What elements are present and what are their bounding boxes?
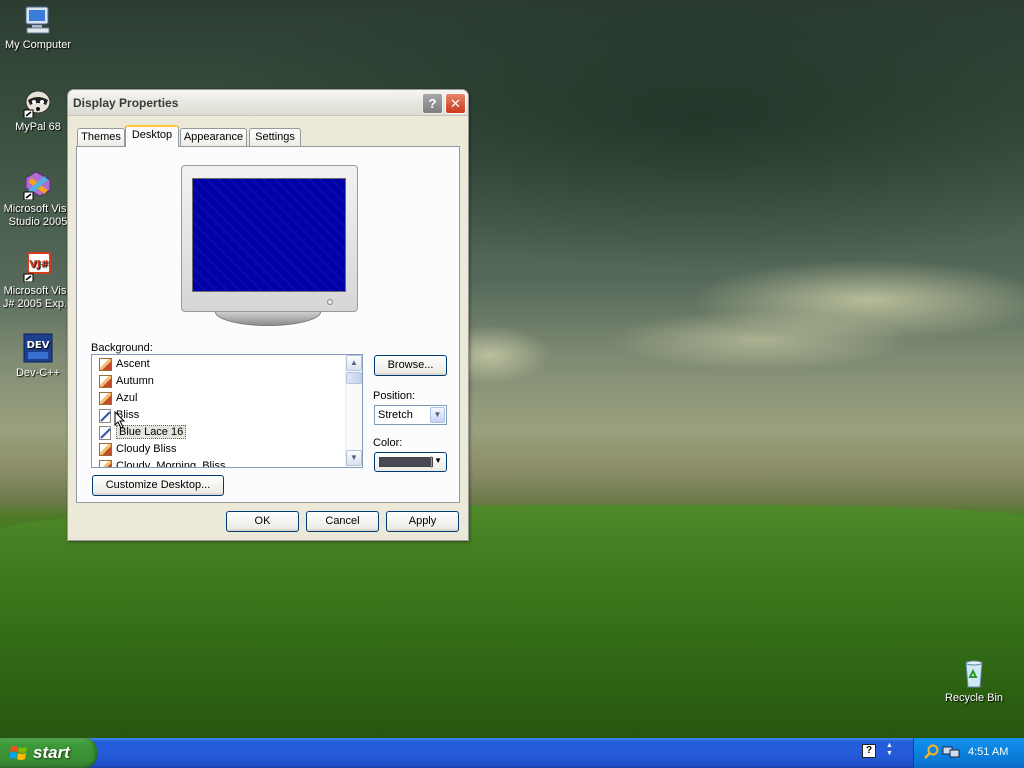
apply-button[interactable]: Apply [386,511,459,532]
position-select[interactable]: Stretch ▼ [374,405,447,425]
color-swatch [379,457,433,467]
desktop-icon-label-line2: J# 2005 Exp... [2,298,74,310]
monitor-power-led [327,299,333,305]
list-item-label: Blue Lace 16 [116,425,187,439]
desktop-icon-label: Dev-C++ [15,367,61,379]
monitor-preview [181,165,358,312]
display-properties-window[interactable]: Display Properties ? ✕ Themes Desktop Ap… [67,89,469,541]
customize-desktop-button[interactable]: Customize Desktop... [92,475,224,496]
computer-icon [22,4,54,36]
desktop-icon-label: My Computer [4,39,72,51]
desktop-icon-mypal[interactable]: MyPal 68 [0,86,76,134]
devcpp-badge-text: DEV [27,340,50,351]
chevron-down-icon: ▼ [430,407,445,423]
help-button[interactable]: ? [422,93,443,114]
recycle-bin-icon [958,657,990,689]
color-picker-button[interactable]: ▼ [374,452,447,472]
list-item-label: Cloudy_Morning_Bliss [116,460,226,468]
list-item-blue-lace-16[interactable]: Blue Lace 16 [98,425,187,441]
dropdown-arrow-icon: ▼ [434,456,442,465]
tab-appearance[interactable]: Appearance [180,128,247,147]
raccoon-icon [22,86,54,119]
image-file-icon [99,358,112,371]
list-item-cloudy-bliss[interactable]: Cloudy Bliss [98,442,177,458]
start-button[interactable]: start [0,738,97,768]
image-file-icon [99,460,112,467]
listbox-scrollbar[interactable]: ▲ ▼ [345,355,362,467]
scroll-up-button[interactable]: ▲ [346,355,362,371]
window-body: Themes Desktop Appearance Settings Backg… [68,117,468,540]
cancel-button[interactable]: Cancel [306,511,379,532]
windows-logo-icon [10,746,27,760]
system-tray: 4:51 AM [913,738,1024,768]
pen-file-icon [99,426,112,440]
tab-desktop[interactable]: Desktop [125,125,179,147]
browse-button[interactable]: Browse... [374,355,447,376]
desktop-icon-label-line2: Studio 2005 [8,216,68,228]
desktop-icon-label-line1: Microsoft Visu [3,203,73,215]
close-icon: ✕ [450,96,461,111]
list-item-ascent[interactable]: Ascent [98,357,150,373]
position-label: Position: [373,390,416,402]
scroll-thumb[interactable] [346,372,362,384]
monitor-stand [215,312,321,326]
vjsharp-icon: VJ# [22,250,54,283]
position-value: Stretch [378,409,413,421]
background-listbox[interactable]: Ascent Autumn Azul Bliss Blue Lace 16 Cl… [91,354,363,468]
image-file-icon [99,392,112,405]
svg-text:VJ#: VJ# [29,259,49,270]
desktop-icon-label-line1: Microsoft Visu [3,285,73,297]
network-icon[interactable] [942,744,960,760]
mouse-cursor-icon [114,411,126,429]
taskbar: start ? ▲ ▼ 4:51 AM [0,738,1024,768]
desktop-icon-my-computer[interactable]: My Computer [0,4,76,52]
list-item-label: Autumn [116,375,154,387]
pen-file-icon [99,409,112,423]
desktop-icon-recycle-bin[interactable]: Recycle Bin [936,657,1012,705]
list-item-label: Cloudy Bliss [116,443,177,455]
color-label: Color: [373,437,403,449]
image-file-icon [99,443,112,456]
window-titlebar[interactable]: Display Properties ? ✕ [68,90,468,116]
desktop-icon-visual-studio[interactable]: Microsoft Visu Studio 2005 [0,168,76,229]
close-button[interactable]: ✕ [445,93,466,114]
visual-studio-icon [22,168,54,201]
help-icon: ? [428,96,437,111]
ok-button[interactable]: OK [226,511,299,532]
desktop-icon-label: MyPal 68 [15,121,61,133]
help-tray-icon[interactable]: ? [862,744,876,758]
list-item-label: Azul [116,392,138,404]
scroll-down-button[interactable]: ▼ [346,450,362,466]
list-item-azul[interactable]: Azul [98,391,137,407]
background-label: Background: [91,342,153,354]
tab-settings[interactable]: Settings [249,128,301,147]
desktop-icon-devcpp[interactable]: DEV Dev-C++ [0,332,76,380]
color-button-separator [431,456,432,468]
search-icon[interactable] [924,744,940,760]
tab-themes[interactable]: Themes [77,128,125,147]
desktop-icon-vjsharp[interactable]: VJ# Microsoft Visu J# 2005 Exp... [0,250,76,311]
devcpp-icon: DEV [22,332,54,364]
image-file-icon [99,375,112,388]
list-item-autumn[interactable]: Autumn [98,374,154,390]
start-label: start [33,743,70,762]
list-item-label: Ascent [116,358,150,370]
window-title: Display Properties [73,96,179,110]
tray-expand-icon[interactable]: ▲ ▼ [886,742,893,758]
list-item-cloudy-morning-bliss[interactable]: Cloudy_Morning_Bliss [98,459,226,468]
desktop-icon-label: Recycle Bin [944,692,1004,704]
desktop-tab-panel: Background: Ascent Autumn Azul Bliss Blu… [76,146,460,503]
preview-screen [192,178,346,292]
clock[interactable]: 4:51 AM [968,746,1008,758]
